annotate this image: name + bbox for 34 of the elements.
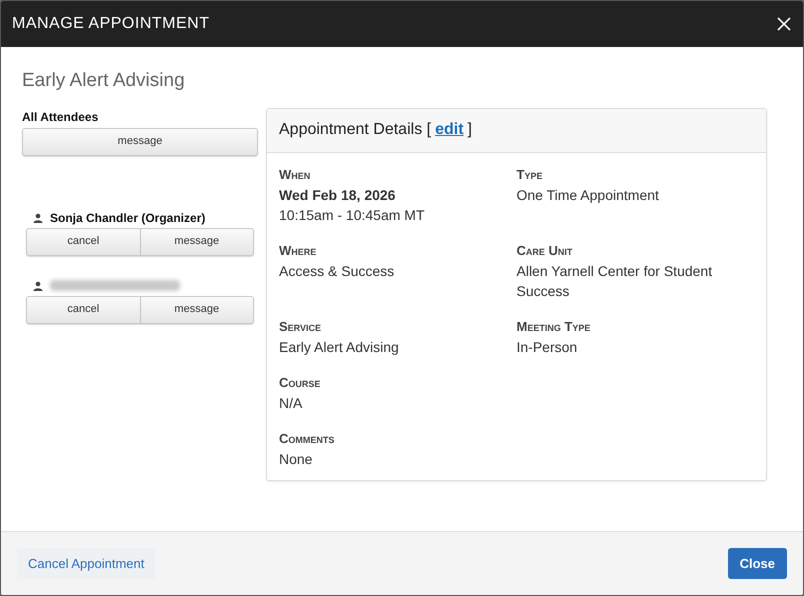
message-button[interactable]: message (140, 296, 254, 324)
field-label: Meeting Type (516, 318, 592, 336)
field-label: When (279, 166, 312, 184)
field-value: Wed Feb 18, 2026 (279, 186, 396, 204)
close-button[interactable]: Close (728, 548, 787, 579)
message-button[interactable]: message (22, 128, 258, 156)
field-value: N/A (279, 394, 304, 412)
edit-link[interactable]: edit (435, 118, 464, 142)
field-label: Where (279, 242, 318, 260)
field-label: Type (516, 166, 544, 184)
field-value: One Time Appointment (516, 186, 660, 204)
field-value: Allen Yarnell Center for Student Success (516, 262, 714, 300)
card-title: Appointment Details [ (279, 120, 432, 140)
field-value: Access & Success (279, 262, 396, 280)
cancel-button[interactable]: cancel (26, 296, 140, 324)
field-label: Care Unit (516, 242, 574, 260)
field-label: Service (279, 318, 322, 336)
field-value: None (279, 450, 314, 468)
field-label: Comments (279, 430, 336, 448)
message-button[interactable]: message (140, 228, 254, 256)
field-value: Early Alert Advising (279, 338, 400, 356)
field-label: Course (279, 374, 322, 392)
field-value: 10:15am - 10:45am MT (279, 206, 426, 224)
cancel-appointment-button[interactable]: Cancel Appointment (17, 548, 156, 579)
person-icon (33, 280, 43, 290)
page-heading: Early Alert Advising (22, 69, 186, 93)
close-icon[interactable] (776, 16, 792, 32)
bracket: ] (468, 120, 472, 140)
person-icon (33, 212, 43, 222)
attendee-name: Sonja Chandler (Organizer) (50, 210, 206, 226)
window-title: MANAGE APPOINTMENT (12, 14, 210, 34)
field-value: In-Person (516, 338, 578, 356)
attendees-label: All Attendees (22, 108, 100, 126)
cancel-button[interactable]: cancel (26, 228, 140, 256)
